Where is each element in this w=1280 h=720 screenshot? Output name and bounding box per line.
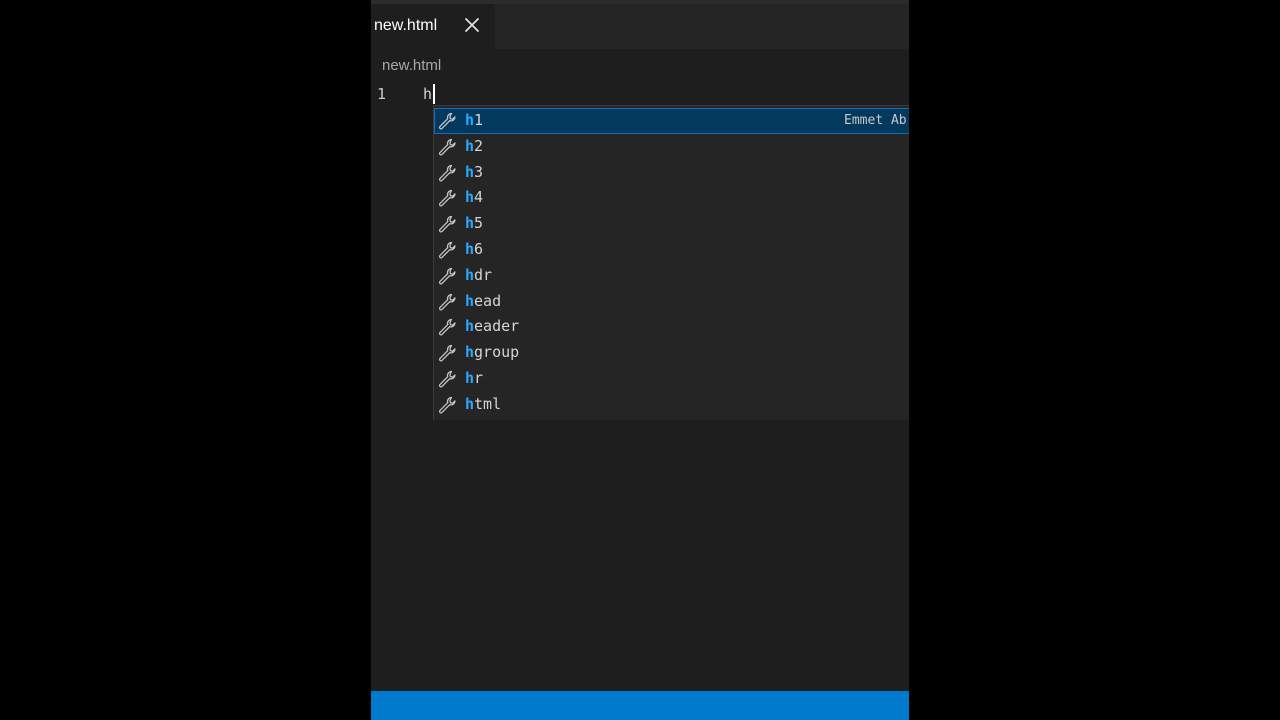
suggestion-rest: eader — [474, 317, 520, 336]
wrench-icon — [437, 111, 457, 131]
suggestion-match: h — [465, 162, 475, 181]
suggestion-item[interactable]: h5 — [434, 211, 909, 237]
wrench-icon — [437, 137, 457, 157]
wrench-icon — [437, 188, 457, 208]
suggestion-match: h — [465, 394, 475, 413]
status-bar — [371, 691, 909, 720]
suggestion-item[interactable]: h3 — [434, 160, 909, 186]
code-line[interactable]: h — [423, 84, 436, 104]
suggestion-match: h — [465, 317, 475, 336]
text-cursor — [433, 84, 436, 104]
close-icon[interactable] — [463, 16, 481, 34]
suggestion-item[interactable]: h2 — [434, 134, 909, 160]
suggestion-label: html — [465, 395, 501, 413]
suggestion-item[interactable]: head — [434, 289, 909, 315]
suggestion-item[interactable]: html — [434, 392, 909, 418]
suggestion-label: header — [465, 317, 519, 335]
suggestion-rest: 1 — [474, 111, 484, 129]
suggestion-rest: 2 — [474, 136, 484, 155]
tab-bar: new.html — [371, 4, 909, 49]
suggestion-label: hgroup — [465, 343, 519, 361]
breadcrumb[interactable]: new.html — [382, 57, 441, 74]
suggestion-label: h1 — [465, 111, 483, 129]
wrench-icon — [437, 369, 457, 389]
wrench-icon — [437, 292, 457, 312]
suggestion-rest: dr — [474, 265, 493, 284]
suggestion-item[interactable]: h6 — [434, 237, 909, 263]
suggestion-match: h — [465, 265, 475, 284]
wrench-icon — [437, 395, 457, 415]
suggestion-label: head — [465, 292, 501, 310]
suggestion-item[interactable]: hgroup — [434, 340, 909, 366]
wrench-icon — [437, 317, 457, 337]
suggestion-label: h6 — [465, 240, 483, 258]
wrench-icon — [437, 214, 457, 234]
suggestion-label: hr — [465, 369, 483, 387]
suggestion-label: h2 — [465, 137, 483, 155]
suggestion-match: h — [465, 111, 475, 129]
wrench-icon — [437, 163, 457, 183]
wrench-icon — [437, 240, 457, 260]
suggestion-rest: 6 — [474, 240, 484, 258]
suggestion-item[interactable]: hr — [434, 366, 909, 392]
code-text: h — [423, 85, 433, 103]
suggestion-match: h — [465, 188, 475, 207]
suggestion-label: hdr — [465, 266, 492, 284]
suggestion-label: h3 — [465, 163, 483, 181]
suggestion-widget[interactable]: h1 Emmet Ab h2 h3 h4 h5 h6 hdr head header hgroup h… — [433, 105, 909, 420]
suggestion-item[interactable]: h4 — [434, 185, 909, 211]
suggestion-rest: 3 — [474, 162, 484, 181]
wrench-icon — [437, 343, 457, 363]
suggestion-item[interactable]: hdr — [434, 263, 909, 289]
suggestion-match: h — [465, 214, 475, 233]
suggestion-rest: 4 — [474, 188, 484, 207]
suggestion-rest: tml — [474, 394, 502, 413]
tab-new-html[interactable]: new.html — [371, 4, 495, 49]
suggestion-rest: 5 — [474, 214, 484, 233]
suggestion-match: h — [465, 291, 475, 310]
suggestion-item[interactable]: h1 Emmet Ab — [434, 108, 909, 134]
suggestion-match: h — [465, 343, 475, 362]
suggestion-rest: group — [474, 343, 520, 362]
suggestion-item[interactable]: header — [434, 314, 909, 340]
wrench-icon — [437, 266, 457, 286]
suggestion-match: h — [465, 240, 475, 258]
suggestion-rest: ead — [474, 291, 502, 310]
suggestion-rest: r — [474, 369, 484, 387]
suggestion-label: h4 — [465, 188, 483, 206]
tab-label: new.html — [374, 17, 438, 34]
line-number: 1 — [377, 85, 387, 103]
vscode-editor-window: new.html new.html 1 h h1 Emmet Ab h2 h3 h4 h5… — [371, 0, 909, 720]
suggestion-match: h — [465, 136, 475, 155]
suggestion-label: h5 — [465, 214, 483, 232]
suggestion-detail: Emmet Ab — [844, 113, 907, 128]
suggestion-match: h — [465, 369, 475, 387]
